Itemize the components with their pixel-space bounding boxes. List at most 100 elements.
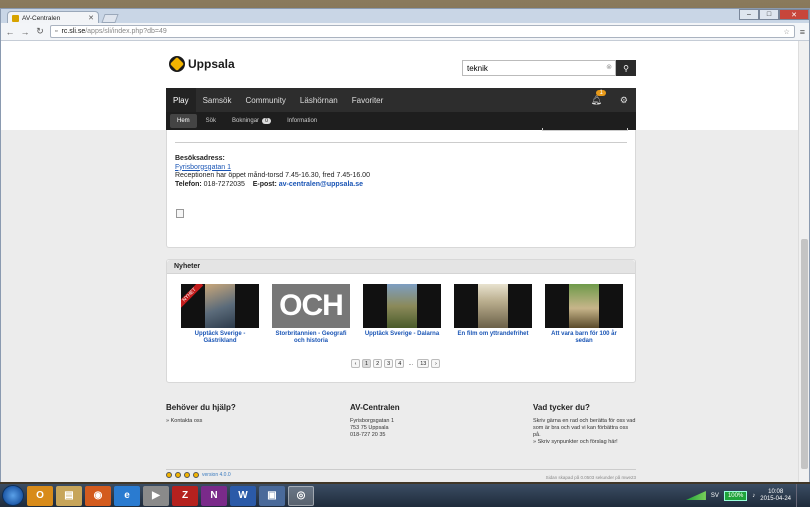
news-thumbnail[interactable]	[545, 284, 623, 328]
windows-taskbar: O ▤ ◉ e ▶ Z N W ▣ ◎ SV 100% ♪ 10:08 2015…	[0, 484, 810, 507]
nav-community[interactable]: Community	[238, 88, 292, 112]
nav-play[interactable]: Play	[166, 88, 196, 112]
show-desktop-button[interactable]	[796, 484, 804, 507]
clear-search-icon[interactable]: ⊗	[606, 63, 612, 71]
media-player-icon[interactable]: ▶	[143, 485, 169, 506]
news-title[interactable]: Upptäck Sverige - Dalarna	[365, 331, 439, 338]
new-ribbon: NYHET	[181, 284, 204, 309]
vertical-scrollbar[interactable]	[798, 41, 809, 482]
news-title[interactable]: Upptäck Sverige - Gästrikland	[181, 331, 259, 345]
help-heading: Behöver du hjälp?	[166, 403, 236, 412]
close-window-button[interactable]: ✕	[779, 9, 809, 20]
subnav-hem[interactable]: Hem	[170, 114, 197, 128]
minimize-button[interactable]: –	[739, 9, 759, 20]
news-item[interactable]: En film om yttrandefrihet	[454, 284, 532, 345]
news-title[interactable]: Storbritannien - Geografi och historia	[272, 331, 350, 345]
nav-samsok[interactable]: Samsök	[196, 88, 239, 112]
forward-arrow-icon[interactable]: →	[20, 27, 30, 37]
pager-next[interactable]: ›	[431, 359, 441, 368]
reload-icon[interactable]: ↻	[35, 26, 45, 37]
email-link[interactable]: av-centralen@uppsala.se	[279, 181, 363, 188]
news-title[interactable]: Att vara barn för 100 år sedan	[545, 331, 623, 345]
news-item[interactable]: Upptäck Sverige - Dalarna	[363, 284, 441, 345]
footer-feedback: Vad tycker du? Skriv gärna en rad och be…	[533, 404, 636, 446]
pager-page[interactable]: 3	[384, 359, 394, 368]
clock-time: 10:08	[768, 488, 784, 495]
search-input[interactable]	[462, 60, 616, 76]
visit-label: Besöksadress:	[175, 155, 225, 162]
news-item[interactable]: Att vara barn för 100 år sedan	[545, 284, 623, 345]
pager-page[interactable]: 4	[395, 359, 405, 368]
bell-icon: 🔔︎	[590, 94, 602, 105]
subnav-bokningar[interactable]: Bokningar 0	[225, 114, 278, 128]
url-path: /apps/sli/index.php?db=49	[85, 28, 167, 35]
search-button[interactable]: ⚲	[616, 60, 636, 76]
site-footer: Behöver du hjälp? » Kontakta oss AV-Cent…	[166, 396, 636, 482]
network-signal-icon[interactable]	[685, 491, 706, 500]
maximize-button[interactable]: □	[759, 9, 779, 20]
address-bar[interactable]: ▫ rc.sli.se/apps/sli/index.php?db=49 ☆	[50, 25, 795, 38]
news-thumbnail[interactable]	[454, 284, 532, 328]
news-title[interactable]: En film om yttrandefrihet	[457, 331, 528, 338]
feedback-text: Skriv gärna en rad och berätta för oss v…	[533, 418, 636, 438]
news-pagination: ‹ 1 2 3 4 ... 13 ›	[351, 359, 441, 368]
partial-field	[542, 128, 628, 131]
settings-gear-icon[interactable]: ⚙	[620, 95, 628, 106]
nav-favoriter[interactable]: Favoriter	[345, 88, 391, 112]
browser-toolbar: ← → ↻ ▫ rc.sli.se/apps/sli/index.php?db=…	[1, 23, 809, 41]
subnav-sok[interactable]: Sök	[199, 114, 223, 128]
start-button[interactable]	[2, 485, 24, 506]
volume-icon[interactable]: ♪	[752, 493, 755, 499]
page-generation-time: Sidan skapad på 0.0503 sekunder på mwe23	[545, 475, 636, 480]
new-tab-button[interactable]	[101, 14, 119, 23]
firefox-icon[interactable]: ◉	[85, 485, 111, 506]
network-app-icon[interactable]: ▣	[259, 485, 285, 506]
divider	[175, 142, 627, 143]
site-header: Uppsala ⊗ ⚲	[1, 41, 798, 88]
contact-us-link[interactable]: » Kontakta oss	[166, 418, 316, 425]
clock[interactable]: 10:08 2015-04-24	[760, 489, 791, 503]
nav-lashornan[interactable]: Läshörnan	[293, 88, 345, 112]
version-badge-icon	[184, 472, 190, 478]
news-thumbnail[interactable]: OCH	[272, 284, 350, 328]
chrome-icon[interactable]: ◎	[288, 485, 314, 506]
subnav-information[interactable]: Information	[280, 114, 324, 128]
email-label: E-post:	[252, 180, 277, 188]
footer-org: AV-Centralen Fyrisborgsgatan 1 753 75 Up…	[350, 404, 490, 439]
browser-window: AV-Centralen ✕ – □ ✕ ← → ↻ ▫ rc.sli.se/a…	[0, 8, 810, 482]
page-icon: ▫	[55, 28, 58, 35]
uppsala-logo[interactable]: Uppsala	[169, 56, 235, 72]
back-arrow-icon[interactable]: ←	[5, 27, 15, 37]
feedback-link[interactable]: » Skriv synpunkter och förslag här!	[533, 439, 636, 446]
news-item[interactable]: NYHET Upptäck Sverige - Gästrikland	[181, 284, 259, 345]
pager-page[interactable]: 2	[373, 359, 383, 368]
broken-image-icon	[176, 209, 184, 218]
pager-page[interactable]: 1	[362, 359, 372, 368]
file-explorer-icon[interactable]: ▤	[56, 485, 82, 506]
address-link[interactable]: Fyrisborgsgatan 1	[175, 164, 231, 171]
internet-explorer-icon[interactable]: e	[114, 485, 140, 506]
outlook-icon[interactable]: O	[27, 485, 53, 506]
pager-prev[interactable]: ‹	[351, 359, 360, 368]
notifications-button[interactable]: 🔔︎ 1	[590, 89, 606, 106]
tab-close-icon[interactable]: ✕	[88, 14, 94, 22]
onenote-icon[interactable]: N	[201, 485, 227, 506]
bookmark-star-icon[interactable]: ☆	[783, 28, 789, 36]
tab-title: AV-Centralen	[22, 14, 61, 22]
browser-menu-icon[interactable]: ≡	[800, 27, 805, 37]
news-list: NYHET Upptäck Sverige - Gästrikland OCH …	[181, 284, 623, 345]
news-item[interactable]: OCH Storbritannien - Geografi och histor…	[272, 284, 350, 345]
language-indicator[interactable]: SV	[711, 493, 719, 499]
pager-page[interactable]: 13	[417, 359, 430, 368]
word-icon[interactable]: W	[230, 485, 256, 506]
phone-label: Telefon:	[175, 180, 202, 188]
contact-panel: Besöksadress: Fyrisborgsgatan 1 Receptio…	[166, 128, 636, 248]
favicon-icon	[12, 14, 19, 22]
filezilla-icon[interactable]: Z	[172, 485, 198, 506]
battery-indicator[interactable]: 100%	[723, 490, 748, 501]
news-thumbnail[interactable]	[363, 284, 441, 328]
news-thumbnail[interactable]: NYHET	[181, 284, 259, 328]
scrollbar-thumb[interactable]	[801, 239, 808, 469]
bokningar-count-badge: 0	[262, 118, 272, 124]
footer-divider	[166, 469, 636, 470]
